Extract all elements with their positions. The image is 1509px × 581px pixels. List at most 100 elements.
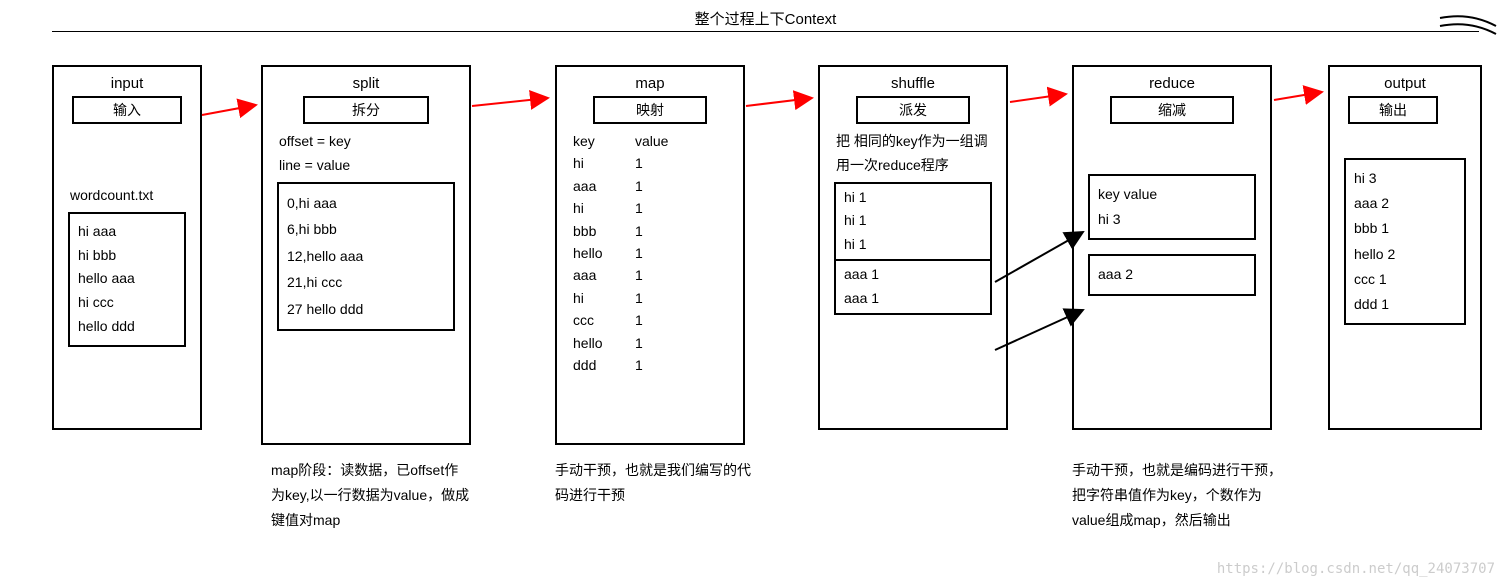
reduce-row: hi 3 [1098, 207, 1246, 232]
map-key: hello [573, 242, 635, 264]
split-line: 12,hello aaa [287, 243, 445, 270]
shuffle-row: hi 1 [844, 209, 982, 233]
input-line: hi aaa [78, 220, 176, 244]
split-meta-line: line = value [279, 154, 453, 178]
map-val: 1 [635, 287, 671, 309]
map-val: 1 [635, 197, 671, 219]
split-meta: offset = key line = value [279, 130, 453, 178]
output-line: hi 3 [1354, 166, 1456, 191]
map-val: 1 [635, 354, 671, 376]
arrow-aaa-group [995, 310, 1083, 350]
input-line: hi ccc [78, 291, 176, 315]
map-row: aaa1 [573, 264, 727, 286]
stage-input-title: input [54, 75, 200, 92]
map-val: 1 [635, 309, 671, 331]
map-header-key: key [573, 130, 635, 152]
stage-split-title: split [263, 75, 469, 92]
stage-shuffle: shuffle 派发 把 相同的key作为一组调用一次reduce程序 hi 1… [818, 65, 1008, 430]
map-key: hi [573, 152, 635, 174]
shuffle-desc: 把 相同的key作为一组调用一次reduce程序 [836, 130, 990, 178]
shuffle-row: hi 1 [844, 186, 982, 210]
arrow-map-shuffle [746, 98, 812, 106]
map-key: hello [573, 332, 635, 354]
input-file-content: hi aaa hi bbb hello aaa hi ccc hello ddd [68, 212, 186, 347]
split-note: map阶段：读数据，已offset作为key,以一行数据为value，做成键值对… [271, 458, 471, 534]
output-line: bbb 1 [1354, 216, 1456, 241]
map-key: aaa [573, 264, 635, 286]
split-line: 6,hi bbb [287, 216, 445, 243]
map-val: 1 [635, 264, 671, 286]
map-val: 1 [635, 152, 671, 174]
map-key: hi [573, 197, 635, 219]
map-row: ddd1 [573, 354, 727, 376]
map-row: hi1 [573, 197, 727, 219]
map-rows: hi1aaa1hi1bbb1hello1aaa1hi1ccc1hello1ddd… [573, 152, 727, 376]
split-data: 0,hi aaa 6,hi bbb 12,hello aaa 21,hi ccc… [277, 182, 455, 331]
map-val: 1 [635, 242, 671, 264]
input-line: hello ddd [78, 315, 176, 339]
reduce-group1: key value hi 3 [1088, 174, 1256, 240]
reduce-note: 手动干预，也就是编码进行干预，把字符串值作为key，个数作为value组成map… [1072, 458, 1282, 534]
map-val: 1 [635, 175, 671, 197]
shuffle-group1: hi 1 hi 1 hi 1 [834, 182, 992, 261]
reduce-header: key value [1098, 182, 1246, 207]
output-data: hi 3 aaa 2 bbb 1 hello 2 ccc 1 ddd 1 [1344, 158, 1466, 325]
map-note: 手动干预，也就是我们编写的代码进行干预 [555, 458, 755, 508]
map-val: 1 [635, 220, 671, 242]
stage-map: map 映射 key value hi1aaa1hi1bbb1hello1aaa… [555, 65, 745, 445]
output-line: ddd 1 [1354, 292, 1456, 317]
stage-output: output 输出 hi 3 aaa 2 bbb 1 hello 2 ccc 1… [1328, 65, 1482, 430]
stage-split-sub: 拆分 [303, 96, 429, 124]
map-key: ddd [573, 354, 635, 376]
map-val: 1 [635, 332, 671, 354]
shuffle-row: hi 1 [844, 233, 982, 257]
arrow-split-map [472, 98, 548, 106]
map-row: bbb1 [573, 220, 727, 242]
map-header: key value hi1aaa1hi1bbb1hello1aaa1hi1ccc… [573, 130, 727, 376]
split-line: 21,hi ccc [287, 269, 445, 296]
split-line: 0,hi aaa [287, 190, 445, 217]
input-line: hi bbb [78, 244, 176, 268]
arrow-reduce-output [1274, 92, 1322, 100]
shuffle-group2: aaa 1 aaa 1 [834, 261, 992, 315]
map-row: ccc1 [573, 309, 727, 331]
stage-reduce-sub: 缩减 [1110, 96, 1234, 124]
map-key: ccc [573, 309, 635, 331]
stage-input-sub: 输入 [72, 96, 182, 124]
map-key: aaa [573, 175, 635, 197]
stage-shuffle-sub: 派发 [856, 96, 970, 124]
output-line: aaa 2 [1354, 191, 1456, 216]
stage-map-title: map [557, 75, 743, 92]
arrow-hi-group [995, 232, 1083, 282]
stage-split: split 拆分 offset = key line = value 0,hi … [261, 65, 471, 445]
stage-input: input 输入 wordcount.txt hi aaa hi bbb hel… [52, 65, 202, 430]
split-line: 27 hello ddd [287, 296, 445, 323]
shuffle-row: aaa 1 [844, 263, 982, 287]
map-key: bbb [573, 220, 635, 242]
diagram-title-row: 整个过程上下Context [52, 8, 1479, 32]
reduce-group2: aaa 2 [1088, 254, 1256, 295]
split-meta-line: offset = key [279, 130, 453, 154]
arrow-shuffle-reduce [1010, 94, 1066, 102]
stage-map-sub: 映射 [593, 96, 707, 124]
map-row: hello1 [573, 242, 727, 264]
diagram-title: 整个过程上下Context [52, 8, 1479, 29]
watermark: https://blog.csdn.net/qq_24073707 [1217, 561, 1495, 577]
title-underline [52, 31, 1479, 32]
map-key: hi [573, 287, 635, 309]
output-line: hello 2 [1354, 242, 1456, 267]
shuffle-row: aaa 1 [844, 287, 982, 311]
stage-shuffle-title: shuffle [820, 75, 1006, 92]
input-filename: wordcount.txt [70, 184, 184, 208]
stage-reduce: reduce 缩减 key value hi 3 aaa 2 [1072, 65, 1272, 430]
map-header-val: value [635, 130, 671, 152]
input-line: hello aaa [78, 267, 176, 291]
stage-output-sub: 输出 [1348, 96, 1438, 124]
arrow-input-split [202, 105, 256, 115]
stage-reduce-title: reduce [1074, 75, 1270, 92]
stage-output-title: output [1330, 75, 1480, 92]
map-row: hi1 [573, 152, 727, 174]
map-row: aaa1 [573, 175, 727, 197]
reduce-row: aaa 2 [1098, 262, 1246, 287]
output-line: ccc 1 [1354, 267, 1456, 292]
